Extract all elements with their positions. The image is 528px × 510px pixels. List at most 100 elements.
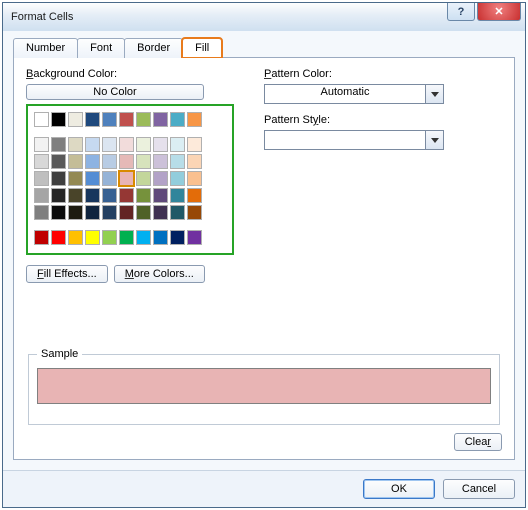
tabstrip: Number Font Border Fill [13, 37, 515, 58]
color-swatch[interactable] [51, 188, 66, 203]
color-swatch[interactable] [136, 112, 151, 127]
color-swatch[interactable] [136, 188, 151, 203]
color-swatch[interactable] [68, 137, 83, 152]
window-buttons: ? ✕ [445, 3, 521, 21]
color-swatch[interactable] [153, 205, 168, 220]
tab-border[interactable]: Border [124, 38, 183, 58]
right-column: Pattern Color: Automatic Pattern Style: [264, 68, 502, 283]
color-swatch[interactable] [68, 154, 83, 169]
color-swatch[interactable] [51, 205, 66, 220]
fill-panel: Background Color: No Color Fill Effects.… [13, 58, 515, 460]
dialog-footer: OK Cancel [3, 470, 525, 507]
titlebar: Format Cells ? ✕ [3, 3, 525, 31]
cancel-button[interactable]: Cancel [443, 479, 515, 499]
color-swatch[interactable] [51, 112, 66, 127]
pattern-style-combo[interactable] [264, 130, 444, 150]
color-swatch[interactable] [170, 137, 185, 152]
color-swatch[interactable] [187, 112, 202, 127]
color-swatch[interactable] [153, 112, 168, 127]
color-swatch[interactable] [170, 112, 185, 127]
color-swatch[interactable] [85, 188, 100, 203]
color-swatch[interactable] [85, 171, 100, 186]
color-swatch[interactable] [85, 230, 100, 245]
color-swatch[interactable] [68, 188, 83, 203]
color-swatch[interactable] [85, 112, 100, 127]
color-swatch[interactable] [153, 137, 168, 152]
color-swatch[interactable] [170, 205, 185, 220]
tab-number[interactable]: Number [13, 38, 78, 58]
color-swatch[interactable] [119, 137, 134, 152]
color-swatch[interactable] [34, 205, 49, 220]
color-swatch[interactable] [68, 205, 83, 220]
chevron-down-icon[interactable] [425, 131, 443, 149]
color-swatch[interactable] [51, 137, 66, 152]
color-swatch[interactable] [187, 188, 202, 203]
help-button[interactable]: ? [447, 3, 475, 21]
color-swatches [26, 104, 234, 255]
no-color-button[interactable]: No Color [26, 84, 204, 100]
tab-font[interactable]: Font [77, 38, 125, 58]
color-swatch[interactable] [153, 171, 168, 186]
color-swatch[interactable] [102, 154, 117, 169]
color-swatch[interactable] [136, 205, 151, 220]
color-swatch[interactable] [102, 230, 117, 245]
color-swatch[interactable] [68, 112, 83, 127]
color-swatch[interactable] [34, 154, 49, 169]
color-swatch[interactable] [170, 171, 185, 186]
color-swatch[interactable] [34, 171, 49, 186]
color-swatch[interactable] [119, 230, 134, 245]
color-swatch[interactable] [51, 171, 66, 186]
color-swatch[interactable] [34, 137, 49, 152]
fill-effects-button[interactable]: Fill Effects... [26, 265, 108, 283]
color-swatch[interactable] [187, 137, 202, 152]
clear-button[interactable]: Clear [454, 433, 502, 451]
color-swatch[interactable] [34, 188, 49, 203]
color-swatch[interactable] [119, 205, 134, 220]
background-color-label: Background Color: [26, 68, 234, 80]
color-swatch[interactable] [153, 154, 168, 169]
color-swatch[interactable] [51, 154, 66, 169]
color-swatch[interactable] [119, 188, 134, 203]
left-column: Background Color: No Color Fill Effects.… [26, 68, 234, 283]
tab-fill[interactable]: Fill [182, 38, 222, 58]
color-swatch[interactable] [187, 154, 202, 169]
ok-button[interactable]: OK [363, 479, 435, 499]
pattern-style-value [265, 131, 425, 149]
color-swatch[interactable] [187, 171, 202, 186]
color-swatch[interactable] [102, 171, 117, 186]
color-swatch[interactable] [85, 154, 100, 169]
color-swatch[interactable] [102, 205, 117, 220]
color-swatch[interactable] [68, 230, 83, 245]
color-swatch[interactable] [51, 230, 66, 245]
color-swatch[interactable] [34, 112, 49, 127]
pattern-style-label: Pattern Style: [264, 114, 502, 126]
color-swatch[interactable] [136, 154, 151, 169]
color-swatch[interactable] [119, 154, 134, 169]
color-swatch[interactable] [102, 188, 117, 203]
color-swatch[interactable] [136, 230, 151, 245]
color-swatch[interactable] [170, 188, 185, 203]
color-swatch[interactable] [119, 171, 134, 186]
sample-preview [37, 368, 491, 404]
window-title: Format Cells [11, 11, 73, 23]
color-swatch[interactable] [153, 230, 168, 245]
color-swatch[interactable] [153, 188, 168, 203]
color-swatch[interactable] [170, 230, 185, 245]
color-swatch[interactable] [136, 137, 151, 152]
color-swatch[interactable] [85, 137, 100, 152]
color-swatch[interactable] [68, 171, 83, 186]
color-swatch[interactable] [34, 230, 49, 245]
pattern-color-combo[interactable]: Automatic [264, 84, 444, 104]
chevron-down-icon[interactable] [425, 85, 443, 103]
more-colors-button[interactable]: More Colors... [114, 265, 205, 283]
color-swatch[interactable] [170, 154, 185, 169]
color-swatch[interactable] [119, 112, 134, 127]
color-swatch[interactable] [136, 171, 151, 186]
format-cells-dialog: Format Cells ? ✕ Number Font Border Fill… [2, 2, 526, 508]
color-swatch[interactable] [187, 205, 202, 220]
close-button[interactable]: ✕ [477, 3, 521, 21]
color-swatch[interactable] [102, 112, 117, 127]
color-swatch[interactable] [85, 205, 100, 220]
color-swatch[interactable] [102, 137, 117, 152]
color-swatch[interactable] [187, 230, 202, 245]
